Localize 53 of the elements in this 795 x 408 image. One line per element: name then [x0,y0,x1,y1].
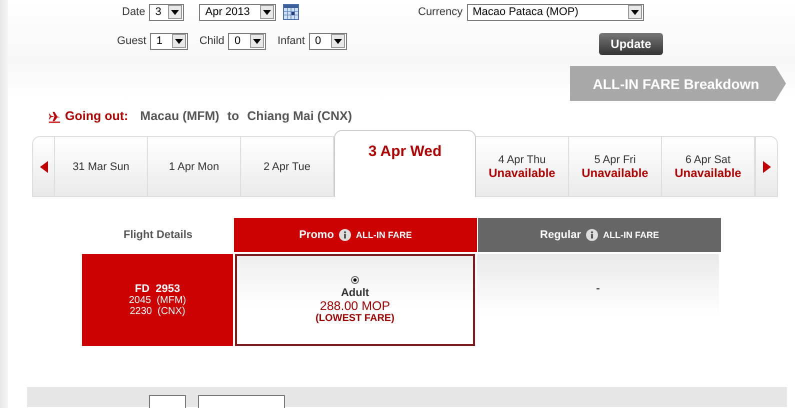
month-select[interactable] [198,395,285,408]
departure-time: 2045 (MFM) [128,295,186,306]
passenger-type: Adult [340,287,370,299]
info-icon[interactable] [338,229,351,241]
right-arrow-icon [762,160,770,172]
infant-select[interactable]: 0 [308,32,347,50]
guest-select[interactable]: 1 [150,32,188,50]
promo-fare-cell[interactable]: Adult 288.00 MOP (LOWEST FARE) [235,254,475,346]
airplane-icon [48,110,61,122]
caret-icon [172,34,186,48]
date-tab[interactable]: 6 Apr Sat Unavailable [662,136,755,197]
child-select[interactable]: 0 [228,32,266,50]
origin-text: Macau (MFM) [140,109,220,123]
caret-icon [168,5,182,19]
calendar-icon[interactable] [283,4,300,20]
month-select[interactable]: Apr 2013 [199,4,276,20]
fare-tag: ALL-IN FARE [356,230,412,240]
unavailable-dash: - [596,281,600,295]
fare-tag: ALL-IN FARE [602,230,659,240]
guest-label: Guest [117,35,146,47]
flight-number: FD 2953 [134,283,180,295]
caret-icon [330,34,345,48]
previous-dates-button[interactable] [32,136,55,197]
caret-icon [628,5,642,19]
arrival-time: 2230 (CNX) [130,306,186,317]
destination-text: Chiang Mai (CNX) [247,109,352,123]
caret-icon [250,34,264,48]
currency-label: Currency [418,6,463,18]
date-tab[interactable]: 2 Apr Tue [241,136,334,197]
date-tab[interactable]: 4 Apr Thu Unavailable [476,136,569,197]
date-tab[interactable]: 3 Apr Wed [334,130,476,197]
date-tab[interactable]: 5 Apr Fri Unavailable [569,136,662,197]
fare-radio[interactable] [351,276,359,284]
next-dates-button[interactable] [755,136,778,197]
header-label: Promo [299,229,334,241]
day-select[interactable] [149,395,186,408]
left-arrow-icon [40,160,48,172]
date-tab[interactable]: 31 Mar Sun [55,136,148,197]
infant-label: Infant [277,35,305,47]
update-button[interactable]: Update [599,33,663,55]
currency-select[interactable]: Macao Pataca (MOP) [466,4,644,20]
connector-text: to [227,109,240,123]
going-out-label: Going out: [65,109,128,123]
day-select[interactable]: 3 [149,4,184,20]
fare-price: 288.00 MOP [320,299,390,313]
child-label: Child [199,35,224,47]
column-header: Flight Details [123,229,193,241]
date-label: Date [122,6,146,18]
caret-icon [260,5,274,19]
header-label: Regular [540,229,581,241]
lowest-fare-note: (LOWEST FARE) [316,313,394,324]
info-icon[interactable] [586,229,598,241]
date-tab[interactable]: 1 Apr Mon [148,136,241,197]
